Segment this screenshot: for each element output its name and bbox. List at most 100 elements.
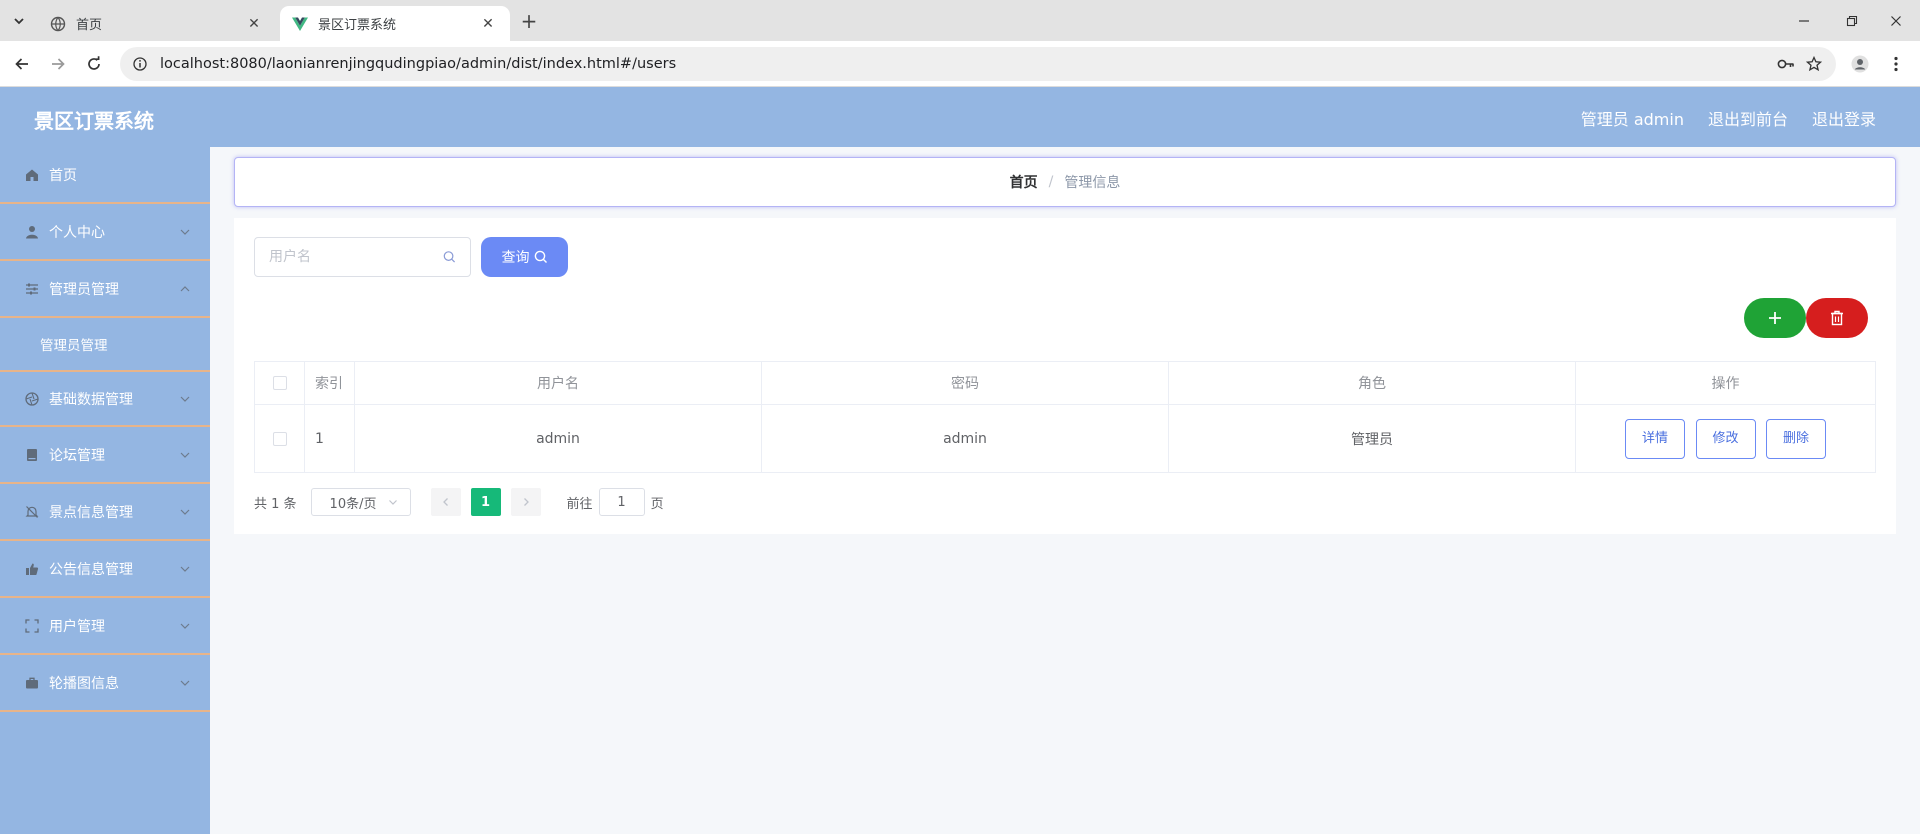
sidebar-item-home[interactable]: 首页	[0, 147, 210, 204]
cell-username: admin	[354, 404, 762, 473]
sidebar-item-label: 轮播图信息	[49, 675, 119, 692]
chevron-down-icon	[388, 500, 397, 505]
sidebar-item-personal-center[interactable]: 个人中心	[0, 204, 210, 261]
goto-suffix: 页	[650, 496, 664, 512]
profile-button[interactable]	[1848, 52, 1872, 76]
select-all-cell[interactable]	[254, 361, 305, 405]
forward-button[interactable]	[46, 52, 70, 76]
sidebar-menu: 首页 个人中心 管理员管理 管理员管理 基础数据管理 论坛管理 景点信息管理 公…	[0, 147, 210, 834]
sidebar-item-announcements[interactable]: 公告信息管理	[0, 541, 210, 598]
avatar-icon	[1851, 55, 1869, 73]
sidebar-item-users[interactable]: 用户管理	[0, 598, 210, 655]
reload-button[interactable]	[82, 52, 106, 76]
password-key-icon[interactable]	[1772, 47, 1800, 81]
arrow-left-icon	[15, 58, 28, 70]
restore-window-button[interactable]	[1828, 0, 1876, 41]
thumb-up-icon	[24, 561, 40, 577]
add-button[interactable]	[1744, 298, 1806, 338]
breadcrumb-current: 管理信息	[1064, 175, 1121, 191]
exit-to-frontend-link[interactable]: 退出到前台	[1708, 106, 1788, 130]
search-icon	[443, 251, 456, 263]
column-header-index: 索引	[304, 361, 355, 405]
close-icon[interactable]: ✕	[244, 14, 264, 34]
row-checkbox[interactable]	[272, 431, 287, 446]
browser-tab-home[interactable]: 首页 ✕	[38, 6, 276, 41]
breadcrumb: 首页 / 管理信息	[234, 157, 1896, 207]
sidebar-item-label: 景点信息管理	[49, 504, 133, 521]
row-select-cell[interactable]	[254, 404, 305, 473]
content-panel: 查询 索引 用户名 密码 角色 操作 1 admin admin 管理员	[234, 218, 1896, 534]
sidebar-item-forum[interactable]: 论坛管理	[0, 427, 210, 484]
sidebar-item-admin-management[interactable]: 管理员管理	[0, 261, 210, 318]
fullscreen-icon	[24, 618, 40, 634]
page-size-value: 10条/页	[329, 496, 377, 512]
goto-page-input[interactable]: 1	[598, 488, 645, 516]
table-row: 1 admin admin 管理员 详情 修改 删除	[254, 404, 1876, 473]
next-page-button[interactable]	[510, 488, 541, 516]
browser-tab-strip: 首页 ✕ 景区订票系统 ✕ +	[0, 0, 1920, 41]
sidebar-item-label: 个人中心	[49, 224, 105, 241]
breadcrumb-home[interactable]: 首页	[1010, 172, 1038, 192]
search-field[interactable]	[254, 237, 471, 277]
delete-button[interactable]: 删除	[1765, 418, 1826, 459]
close-icon	[1891, 15, 1901, 26]
minimize-window-button[interactable]	[1780, 0, 1828, 41]
tab-search-button[interactable]	[6, 9, 32, 33]
pagination-total: 共 1 条	[254, 496, 297, 512]
chevron-down-icon	[180, 680, 190, 686]
site-info-icon[interactable]	[132, 56, 148, 72]
sidebar-item-base-data[interactable]: 基础数据管理	[0, 370, 210, 427]
url-bar[interactable]: localhost:8080/laonianrenjingqudingpiao/…	[120, 47, 1836, 81]
header-links: 管理员 admin 退出到前台 退出登录	[1581, 106, 1876, 130]
column-header-actions: 操作	[1575, 361, 1876, 405]
user-icon	[24, 224, 40, 240]
close-icon[interactable]: ✕	[478, 14, 498, 34]
username-search-input[interactable]	[269, 249, 443, 265]
app-header: 景区订票系统 管理员 admin 退出到前台 退出登录	[0, 87, 1920, 147]
batch-delete-button[interactable]	[1806, 298, 1868, 338]
sidebar-item-carousel[interactable]: 轮播图信息	[0, 655, 210, 712]
select-all-checkbox[interactable]	[272, 376, 287, 390]
cell-index: 1	[304, 404, 355, 473]
browser-menu-button[interactable]	[1884, 52, 1908, 76]
plus-icon	[1769, 312, 1781, 324]
reload-icon	[88, 56, 100, 70]
sidebar-item-attractions[interactable]: 景点信息管理	[0, 484, 210, 541]
prev-page-button[interactable]	[430, 488, 461, 516]
new-tab-button[interactable]: +	[518, 9, 540, 33]
page-number-current[interactable]: 1	[470, 488, 501, 516]
minimize-icon	[1799, 19, 1809, 22]
kebab-menu-icon	[1894, 56, 1898, 72]
sidebar-subitem-admin-management[interactable]: 管理员管理	[0, 318, 210, 370]
briefcase-icon	[24, 675, 40, 691]
column-header-username: 用户名	[354, 361, 762, 405]
bell-off-icon	[24, 504, 40, 520]
app-title: 景区订票系统	[34, 109, 154, 133]
logout-link[interactable]: 退出登录	[1812, 106, 1876, 130]
notebook-icon	[24, 447, 40, 463]
browser-toolbar: localhost:8080/laonianrenjingqudingpiao/…	[0, 41, 1920, 87]
current-user-label: 管理员 admin	[1580, 110, 1684, 129]
chevron-right-icon	[523, 498, 529, 506]
edit-button[interactable]: 修改	[1695, 418, 1756, 459]
sidebar-item-label: 公告信息管理	[49, 561, 133, 578]
page-size-select[interactable]: 10条/页	[310, 488, 411, 516]
cell-role: 管理员	[1168, 404, 1576, 473]
chevron-down-icon	[14, 18, 24, 25]
sidebar-item-label: 首页	[49, 167, 77, 184]
detail-button[interactable]: 详情	[1625, 418, 1686, 459]
chevron-down-icon	[180, 623, 190, 629]
vue-logo-icon	[292, 16, 308, 32]
trash-icon	[1831, 310, 1843, 326]
browser-tab-active[interactable]: 景区订票系统 ✕	[280, 6, 510, 41]
close-window-button[interactable]	[1872, 0, 1920, 41]
query-button[interactable]: 查询	[481, 237, 568, 277]
cell-actions: 详情 修改 删除	[1575, 404, 1876, 473]
breadcrumb-separator: /	[1048, 174, 1054, 190]
query-button-label: 查询	[501, 250, 530, 266]
star-bookmark-icon[interactable]	[1800, 47, 1828, 81]
goto-prefix: 前往	[566, 496, 593, 512]
restore-icon	[1846, 15, 1858, 26]
sidebar-item-label: 管理员管理	[49, 281, 119, 298]
back-button[interactable]	[10, 52, 34, 76]
